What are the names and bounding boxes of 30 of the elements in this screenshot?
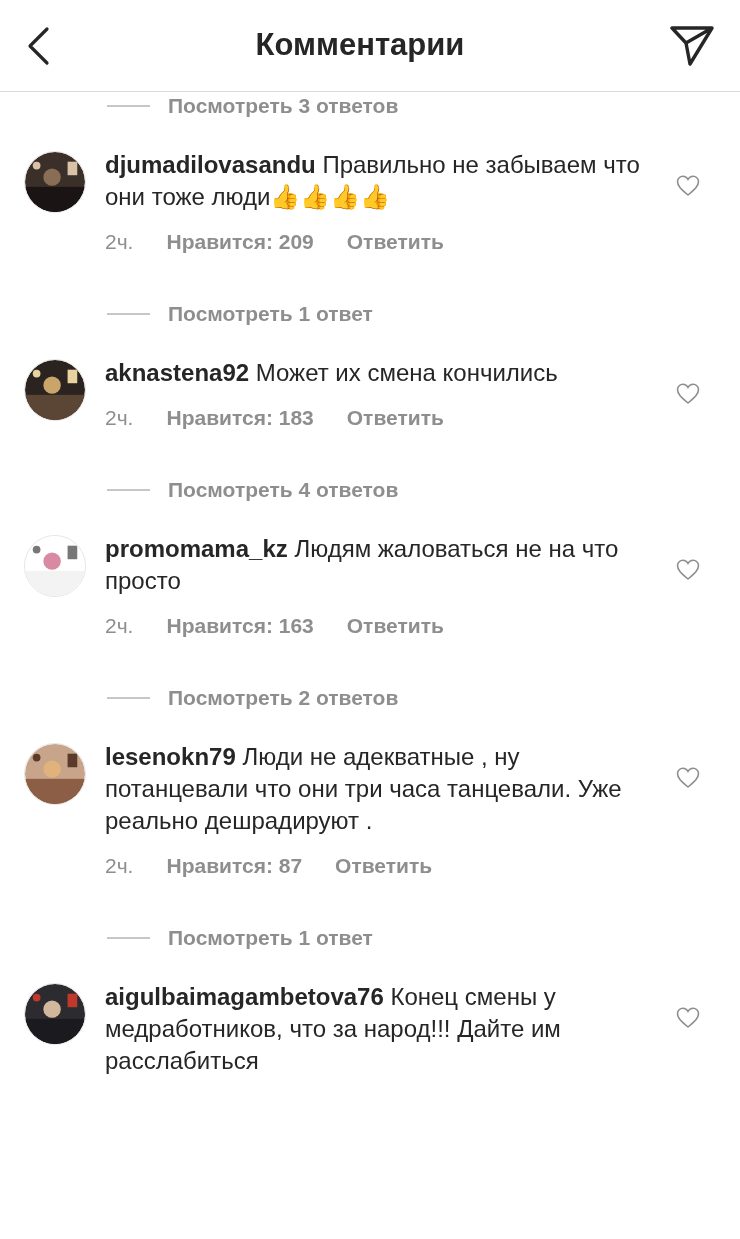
comment-time: 2ч.	[105, 229, 134, 255]
heart-icon[interactable]	[676, 175, 700, 197]
view-replies-link[interactable]: Посмотреть 2 ответов	[168, 686, 399, 710]
reply-button[interactable]: Ответить	[346, 229, 444, 255]
reply-button[interactable]: Ответить	[335, 853, 433, 879]
heart-icon[interactable]	[676, 767, 700, 789]
comment-text: aknastena92 Может их смена кончились	[105, 358, 559, 388]
comment-time: 2ч.	[105, 853, 134, 879]
comment-text: lesenokn79 Люди не адекватные , ну потанцевали что они три часа танцевали. Уже реально дешрадируют .	[105, 742, 623, 836]
reply-button[interactable]: Ответить	[346, 405, 444, 431]
likes-count[interactable]: Нравится: 183	[166, 405, 314, 431]
view-replies-link[interactable]: Посмотреть 1 ответ	[168, 926, 373, 950]
view-replies-link[interactable]: Посмотреть 1 ответ	[168, 302, 373, 326]
comment-text: djumadilovasandu Правильно не забываем что они тоже люди👍👍👍👍	[105, 150, 640, 212]
comment-text: promomama_kz Людям жаловаться не на что просто	[105, 534, 620, 596]
heart-icon[interactable]	[676, 383, 700, 405]
send-icon[interactable]	[670, 24, 714, 67]
likes-count[interactable]: Нравится: 87	[166, 853, 303, 879]
heart-icon[interactable]	[676, 1007, 700, 1029]
comment-time: 2ч.	[105, 405, 134, 431]
reply-button[interactable]: Ответить	[346, 613, 444, 639]
header-title: Комментарии	[255, 26, 465, 65]
comment-text: aigulbaimagambetova76 Конец смены у медработников, что за народ!!! Дайте им расслабиться	[105, 982, 562, 1076]
back-icon[interactable]	[26, 25, 50, 66]
view-replies-link[interactable]: Посмотреть 4 ответов	[168, 478, 399, 502]
likes-count[interactable]: Нравится: 163	[166, 613, 314, 639]
heart-icon[interactable]	[676, 559, 700, 581]
likes-count[interactable]: Нравится: 209	[166, 229, 314, 255]
comment-time: 2ч.	[105, 613, 134, 639]
view-replies-link[interactable]: Посмотреть 3 ответов	[168, 94, 399, 118]
